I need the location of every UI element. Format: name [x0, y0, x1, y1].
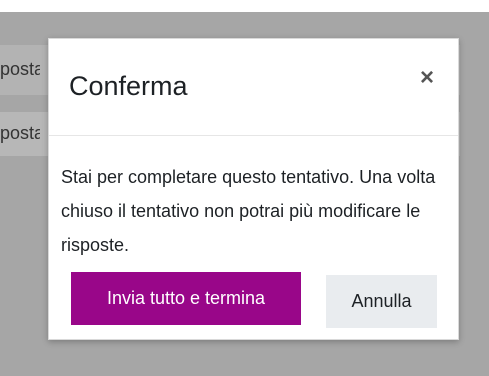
- dialog-body: Stai per completare questo tentativo. Un…: [61, 160, 441, 262]
- submit-all-button[interactable]: Invia tutto e termina: [71, 272, 301, 325]
- background-row-text: posta: [0, 123, 40, 143]
- dialog-title: Conferma: [69, 71, 188, 101]
- background-top-strip: [0, 0, 489, 12]
- confirm-dialog: Conferma × Stai per completare questo te…: [48, 38, 459, 340]
- dialog-message: Stai per completare questo tentativo. Un…: [61, 167, 436, 255]
- background-header-text: posta: [0, 59, 40, 79]
- dialog-header: Conferma ×: [49, 39, 458, 136]
- close-icon[interactable]: ×: [416, 65, 438, 91]
- cancel-button[interactable]: Annulla: [326, 275, 437, 328]
